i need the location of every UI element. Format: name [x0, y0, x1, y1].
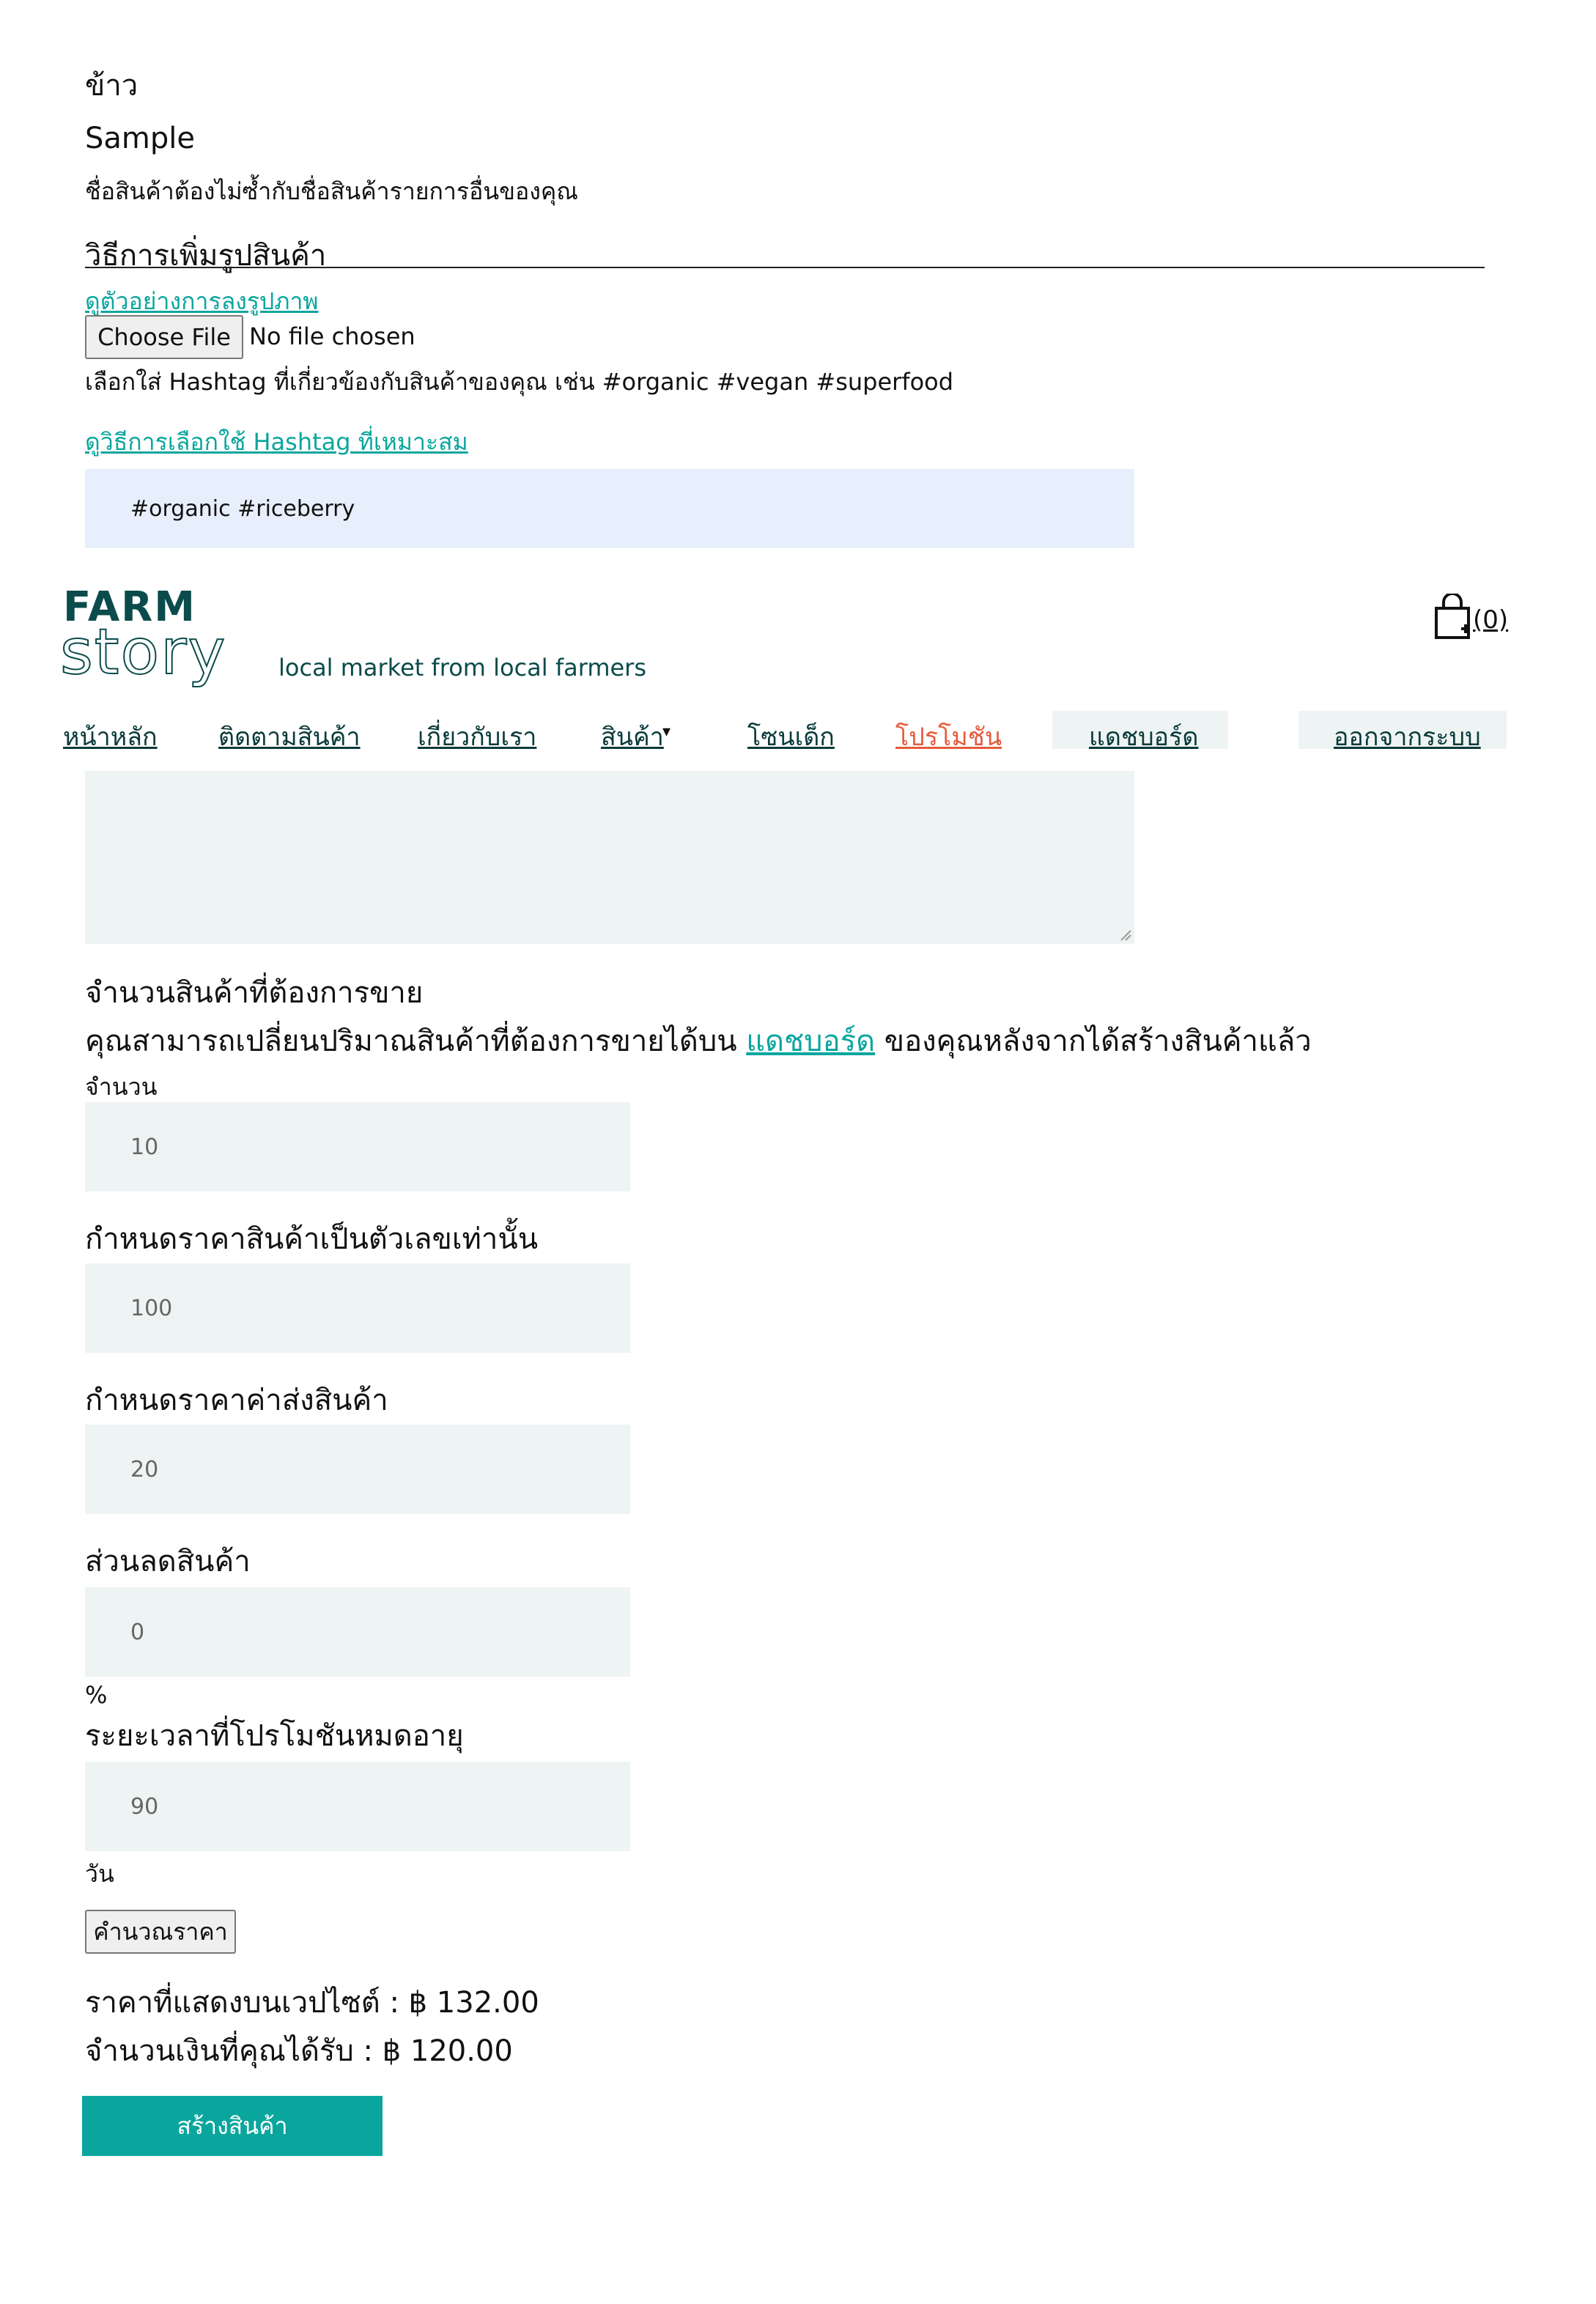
cart-icon[interactable]: [1432, 592, 1473, 640]
nav-dashboard[interactable]: แดชบอร์ด: [1089, 717, 1198, 756]
chevron-down-icon[interactable]: ▾: [662, 723, 670, 741]
quantity-title: จำนวนสินค้าที่ต้องการขาย: [85, 976, 424, 1010]
nav-products[interactable]: สินค้า: [601, 717, 664, 756]
description-textarea[interactable]: [85, 771, 1134, 944]
choose-file-button[interactable]: Choose File: [85, 315, 243, 359]
product-name-value: Sample: [85, 122, 195, 155]
create-product-button[interactable]: สร้างสินค้า: [82, 2096, 383, 2156]
quantity-note-dashboard-link[interactable]: แดชบอร์ด: [746, 1024, 875, 1058]
category-value: ข้าว: [85, 69, 138, 103]
quantity-note: คุณสามารถเปลี่ยนปริมาณสินค้าที่ต้องการขา…: [85, 1017, 1312, 1064]
resize-handle-icon[interactable]: [1118, 928, 1131, 941]
price-input[interactable]: 100: [85, 1263, 630, 1353]
promo-unit: วัน: [85, 1860, 114, 1888]
shipping-input[interactable]: 20: [85, 1425, 630, 1514]
quantity-note-before: คุณสามารถเปลี่ยนปริมาณสินค้าที่ต้องการขา…: [85, 1024, 747, 1058]
no-file-text: No file chosen: [249, 322, 415, 350]
calculate-price-button[interactable]: คำนวณราคา: [85, 1910, 236, 1954]
logo-story-text[interactable]: story: [59, 615, 226, 690]
promo-duration-input[interactable]: 90: [85, 1762, 630, 1851]
quantity-input[interactable]: 10: [85, 1102, 630, 1192]
product-name-hint: ชื่อสินค้าต้องไม่ซ้ำกับชื่อสินค้ารายการอ…: [85, 177, 578, 205]
nav-about[interactable]: เกี่ยวกับเรา: [418, 717, 536, 756]
promo-title: ระยะเวลาที่โปรโมชันหมดอายุ: [85, 1719, 464, 1753]
display-price: ราคาที่แสดงบนเวปไซต์ : ฿ 132.00: [85, 1986, 539, 2020]
hashtag-hint: เลือกใส่ Hashtag ที่เกี่ยวข้องกับสินค้าข…: [85, 368, 954, 396]
hashtag-howto-link[interactable]: ดูวิธีการเลือกใช้ Hashtag ที่เหมาะสม: [85, 424, 468, 461]
cart-count[interactable]: (0): [1473, 605, 1508, 635]
tagline: local market from local farmers: [278, 654, 646, 682]
nav-promotion[interactable]: โปรโมชัน: [895, 717, 1002, 756]
nav-home[interactable]: หน้าหลัก: [63, 717, 158, 756]
section-divider: [85, 267, 1485, 268]
discount-unit: %: [85, 1681, 108, 1709]
nav-follow[interactable]: ติดตามสินค้า: [218, 717, 361, 756]
discount-input[interactable]: 0: [85, 1587, 630, 1677]
shipping-title: กำหนดราคาค่าส่งสินค้า: [85, 1384, 388, 1417]
discount-title: ส่วนลดสินค้า: [85, 1545, 251, 1579]
image-section-title: วิธีการเพิ่มรูปสินค้า: [85, 239, 327, 273]
quantity-note-after: ของคุณหลังจากได้สร้างสินค้าแล้ว: [875, 1024, 1312, 1058]
quantity-label: จำนวน: [85, 1073, 158, 1101]
nav-logout[interactable]: ออกจากระบบ: [1334, 717, 1481, 756]
hashtag-input[interactable]: #organic #riceberry: [85, 469, 1134, 548]
received-amount: จำนวนเงินที่คุณได้รับ : ฿ 120.00: [85, 2034, 513, 2068]
nav-kids[interactable]: โซนเด็ก: [747, 717, 835, 756]
price-title: กำหนดราคาสินค้าเป็นตัวเลขเท่านั้น: [85, 1222, 539, 1256]
